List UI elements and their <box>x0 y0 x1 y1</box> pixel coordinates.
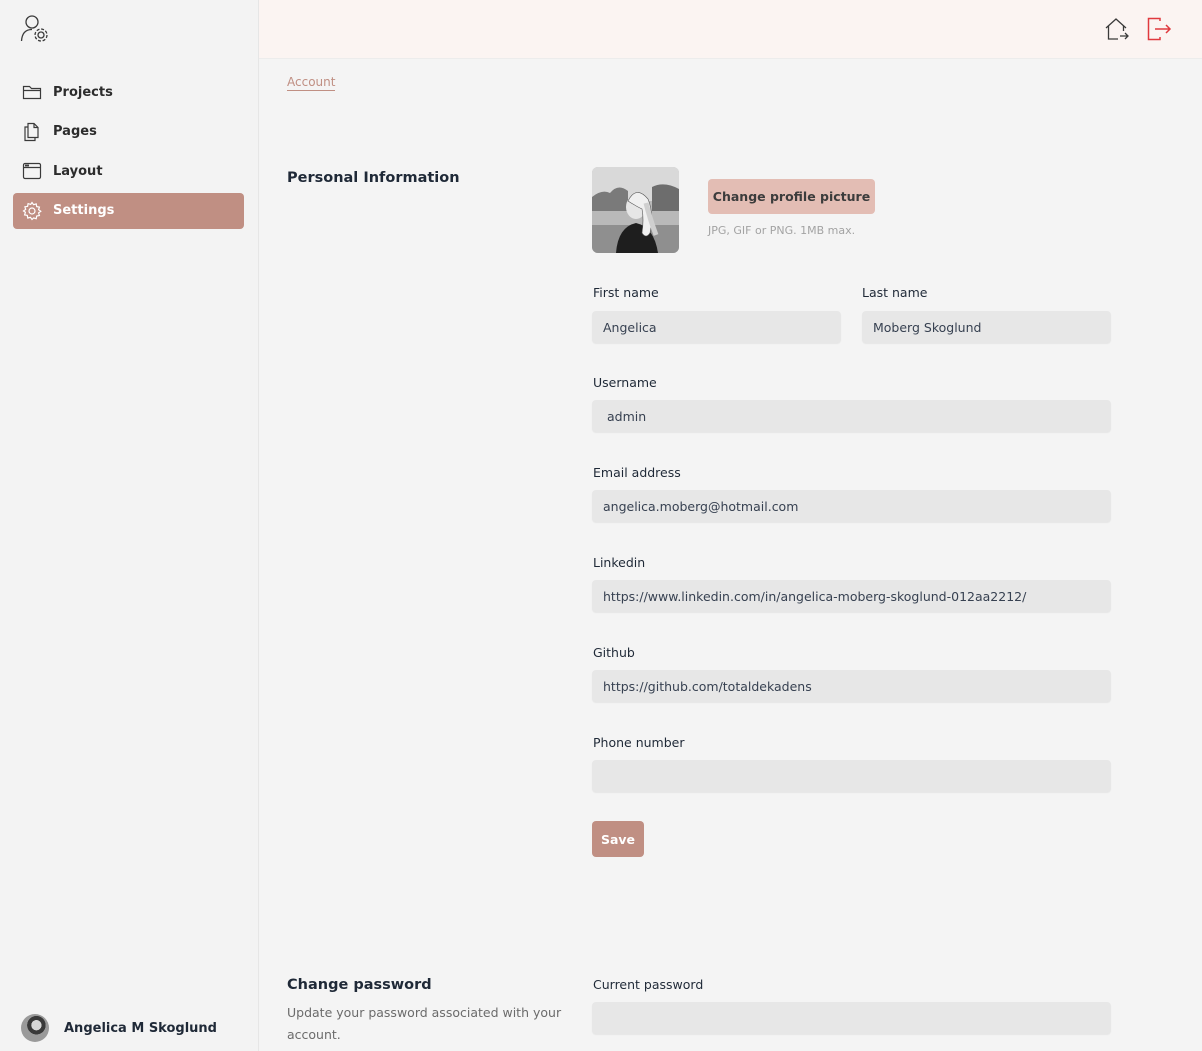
user-profile[interactable]: Angelica M Skoglund <box>21 1014 217 1042</box>
layout-icon <box>22 162 42 180</box>
picture-hint: JPG, GIF or PNG. 1MB max. <box>708 224 856 237</box>
first-name-label: First name <box>593 285 659 300</box>
user-name: Angelica M Skoglund <box>64 1020 217 1036</box>
current-password-label: Current password <box>593 977 704 992</box>
change-profile-picture-button[interactable]: Change profile picture <box>708 179 875 214</box>
section-description: Update your password associated with you… <box>287 1005 562 1042</box>
phone-label: Phone number <box>593 735 685 750</box>
first-name-input[interactable]: Angelica <box>592 311 841 343</box>
home-icon[interactable] <box>1103 15 1131 43</box>
sidebar-item-projects[interactable]: Projects <box>13 74 244 110</box>
breadcrumb[interactable]: Account <box>287 75 336 91</box>
sidebar-item-pages[interactable]: Pages <box>13 114 244 150</box>
github-input[interactable]: https://github.com/totaldekadens <box>592 670 1111 702</box>
logout-icon[interactable] <box>1145 15 1173 43</box>
sidebar-item-label: Layout <box>53 163 103 179</box>
sidebar: Projects Pages Layout Settings Angelica … <box>0 0 259 1051</box>
gear-icon <box>22 200 42 220</box>
sidebar-item-layout[interactable]: Layout <box>13 153 244 189</box>
linkedin-label: Linkedin <box>593 555 646 570</box>
topbar <box>259 0 1202 59</box>
save-button[interactable]: Save <box>592 821 644 857</box>
current-password-input[interactable] <box>592 1002 1111 1034</box>
section-title-password: Change password <box>287 977 432 993</box>
username-input[interactable]: admin <box>592 400 1111 432</box>
last-name-input[interactable]: Moberg Skoglund <box>862 311 1111 343</box>
linkedin-input[interactable]: https://www.linkedin.com/in/angelica-mob… <box>592 580 1111 612</box>
sidebar-nav: Projects Pages Layout Settings <box>13 74 244 232</box>
last-name-label: Last name <box>862 285 928 300</box>
section-title-personal: Personal Information <box>287 170 460 186</box>
pages-icon <box>24 122 39 141</box>
username-label: Username <box>593 375 657 390</box>
avatar <box>21 1014 49 1042</box>
folder-icon <box>22 85 42 100</box>
sidebar-item-label: Pages <box>53 124 97 139</box>
sidebar-item-settings[interactable]: Settings <box>13 192 244 229</box>
sidebar-item-label: Settings <box>53 203 115 218</box>
email-input[interactable]: angelica.moberg@hotmail.com <box>592 490 1111 522</box>
profile-photo-icon <box>592 167 679 253</box>
github-label: Github <box>593 645 635 660</box>
sidebar-item-label: Projects <box>53 84 113 100</box>
user-settings-icon <box>20 15 48 42</box>
email-label: Email address <box>593 465 681 480</box>
profile-picture <box>592 167 679 253</box>
phone-input[interactable] <box>592 760 1111 792</box>
